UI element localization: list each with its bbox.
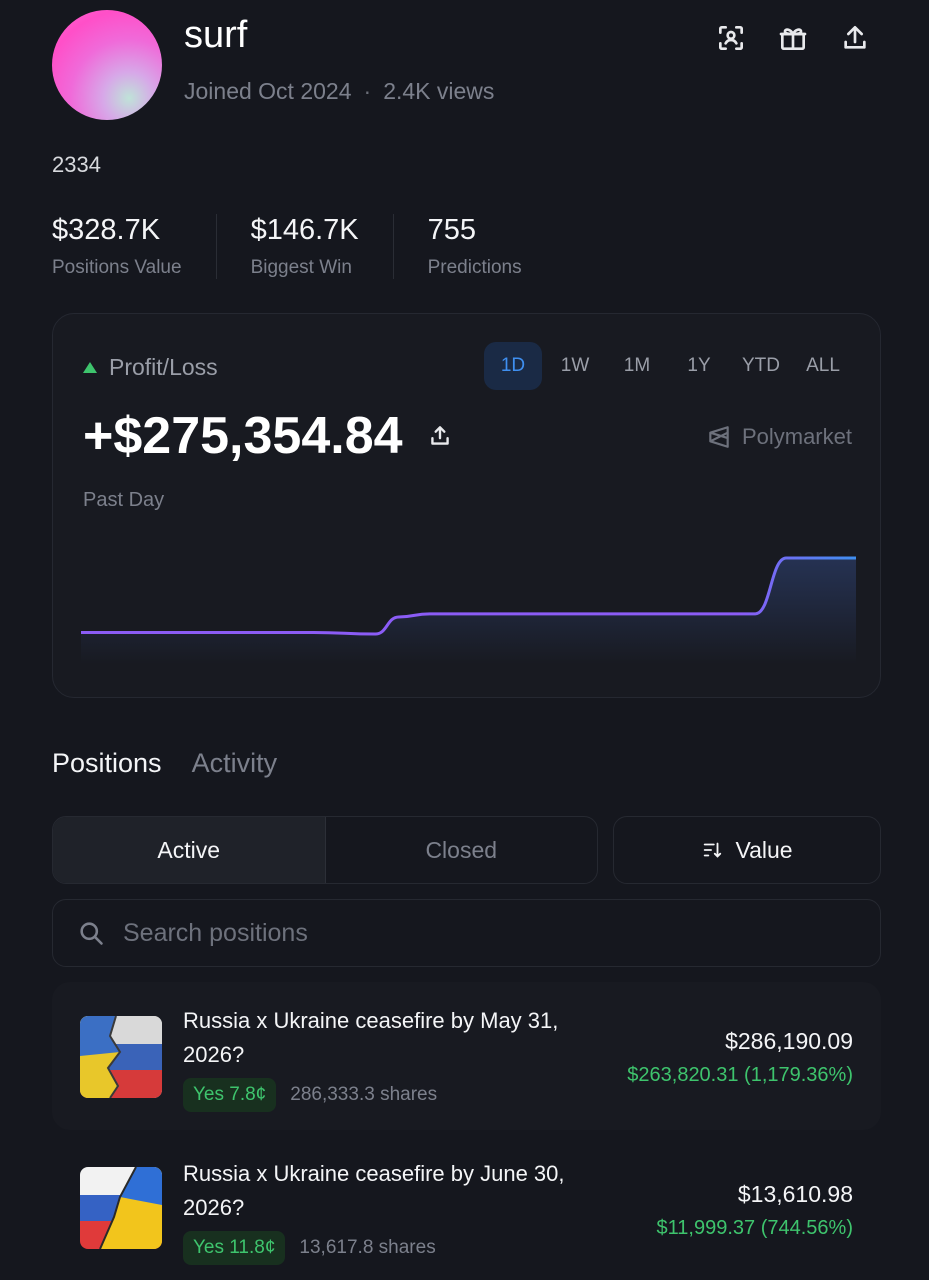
section-tabs: Positions Activity <box>52 748 277 779</box>
pnl-header: Profit/Loss <box>83 354 218 381</box>
range-1m[interactable]: 1M <box>608 342 666 390</box>
avatar[interactable] <box>52 10 162 120</box>
header-actions <box>715 22 871 54</box>
stat-biggest-win: $146.7K Biggest Win <box>251 214 394 279</box>
position-details: Yes 7.8¢ 286,333.3 shares <box>183 1078 437 1112</box>
share-count: 286,333.3 shares <box>290 1084 438 1105</box>
position-row[interactable]: Russia x Ukraine ceasefire by May 31, 20… <box>52 982 881 1130</box>
view-count: 2.4K views <box>383 78 495 104</box>
position-details: Yes 11.8¢ 13,617.8 shares <box>183 1231 436 1265</box>
tab-positions[interactable]: Positions <box>52 748 162 779</box>
tab-activity[interactable]: Activity <box>192 748 278 779</box>
pnl-chart <box>81 556 856 664</box>
range-all[interactable]: ALL <box>794 342 852 390</box>
meta-separator: · <box>363 78 372 104</box>
username: surf <box>184 14 248 56</box>
profile-bio: 2334 <box>52 152 101 177</box>
market-image <box>80 1167 162 1249</box>
position-gain: $11,999.37 (744.56%) <box>656 1217 853 1239</box>
search-input[interactable] <box>123 918 803 948</box>
stats-row: $328.7K Positions Value $146.7K Biggest … <box>52 214 590 279</box>
position-gain: $263,820.31 (1,179.36%) <box>627 1064 853 1086</box>
polymarket-brand: Polymarket <box>706 424 852 450</box>
status-filter: Active Closed <box>52 816 598 884</box>
position-title: Russia x Ukraine ceasefire by June 30, 2… <box>183 1161 565 1220</box>
pnl-value: +$275,354.84 <box>83 407 403 465</box>
stat-label: Predictions <box>427 257 522 278</box>
sort-icon <box>704 842 722 858</box>
stat-positions-value: $328.7K Positions Value <box>52 214 217 279</box>
joined-date: Joined Oct 2024 <box>184 78 352 104</box>
brand-label: Polymarket <box>741 424 852 449</box>
pnl-value-row: +$275,354.84 <box>83 406 453 466</box>
sort-label: Value <box>735 836 793 863</box>
profile-meta: Joined Oct 2024 · 2.4K views <box>184 78 494 105</box>
profit-loss-card: Profit/Loss 1D 1W 1M 1Y YTD ALL +$275,35… <box>52 313 881 698</box>
position-value: $13,610.98 <box>737 1181 853 1207</box>
outcome-badge: Yes 11.8¢ <box>183 1231 286 1265</box>
search-bar <box>52 899 881 967</box>
pnl-title: Profit/Loss <box>109 354 218 380</box>
share-pnl-icon[interactable] <box>427 423 453 449</box>
sort-value-button[interactable]: Value <box>613 816 881 884</box>
up-triangle-icon <box>83 362 97 373</box>
filter-active-button[interactable]: Active <box>53 817 326 883</box>
search-icon <box>80 922 103 945</box>
stat-value: $146.7K <box>250 214 359 246</box>
stat-label: Biggest Win <box>250 257 352 278</box>
position-row[interactable]: Russia x Ukraine ceasefire by June 30, 2… <box>52 1135 881 1280</box>
stat-value: 755 <box>427 214 476 246</box>
share-icon[interactable] <box>839 22 871 54</box>
pnl-period: Past Day <box>83 489 165 511</box>
gift-icon[interactable] <box>777 22 809 54</box>
outcome-badge: Yes 7.8¢ <box>183 1078 277 1112</box>
stat-predictions: 755 Predictions <box>428 214 556 279</box>
filter-closed-button[interactable]: Closed <box>326 817 598 883</box>
scan-icon[interactable] <box>715 22 747 54</box>
time-range-selector: 1D 1W 1M 1Y YTD ALL <box>484 342 852 390</box>
range-1y[interactable]: 1Y <box>670 342 728 390</box>
range-1d[interactable]: 1D <box>484 342 542 390</box>
polymarket-logo-icon <box>709 426 729 448</box>
stat-label: Positions Value <box>52 257 182 278</box>
position-value: $286,190.09 <box>725 1028 853 1054</box>
stat-value: $328.7K <box>52 214 161 246</box>
market-image <box>80 1016 162 1098</box>
position-title: Russia x Ukraine ceasefire by May 31, 20… <box>183 1008 559 1067</box>
range-ytd[interactable]: YTD <box>732 342 790 390</box>
share-count: 13,617.8 shares <box>299 1237 436 1258</box>
range-1w[interactable]: 1W <box>546 342 604 390</box>
pnl-area <box>81 558 856 664</box>
